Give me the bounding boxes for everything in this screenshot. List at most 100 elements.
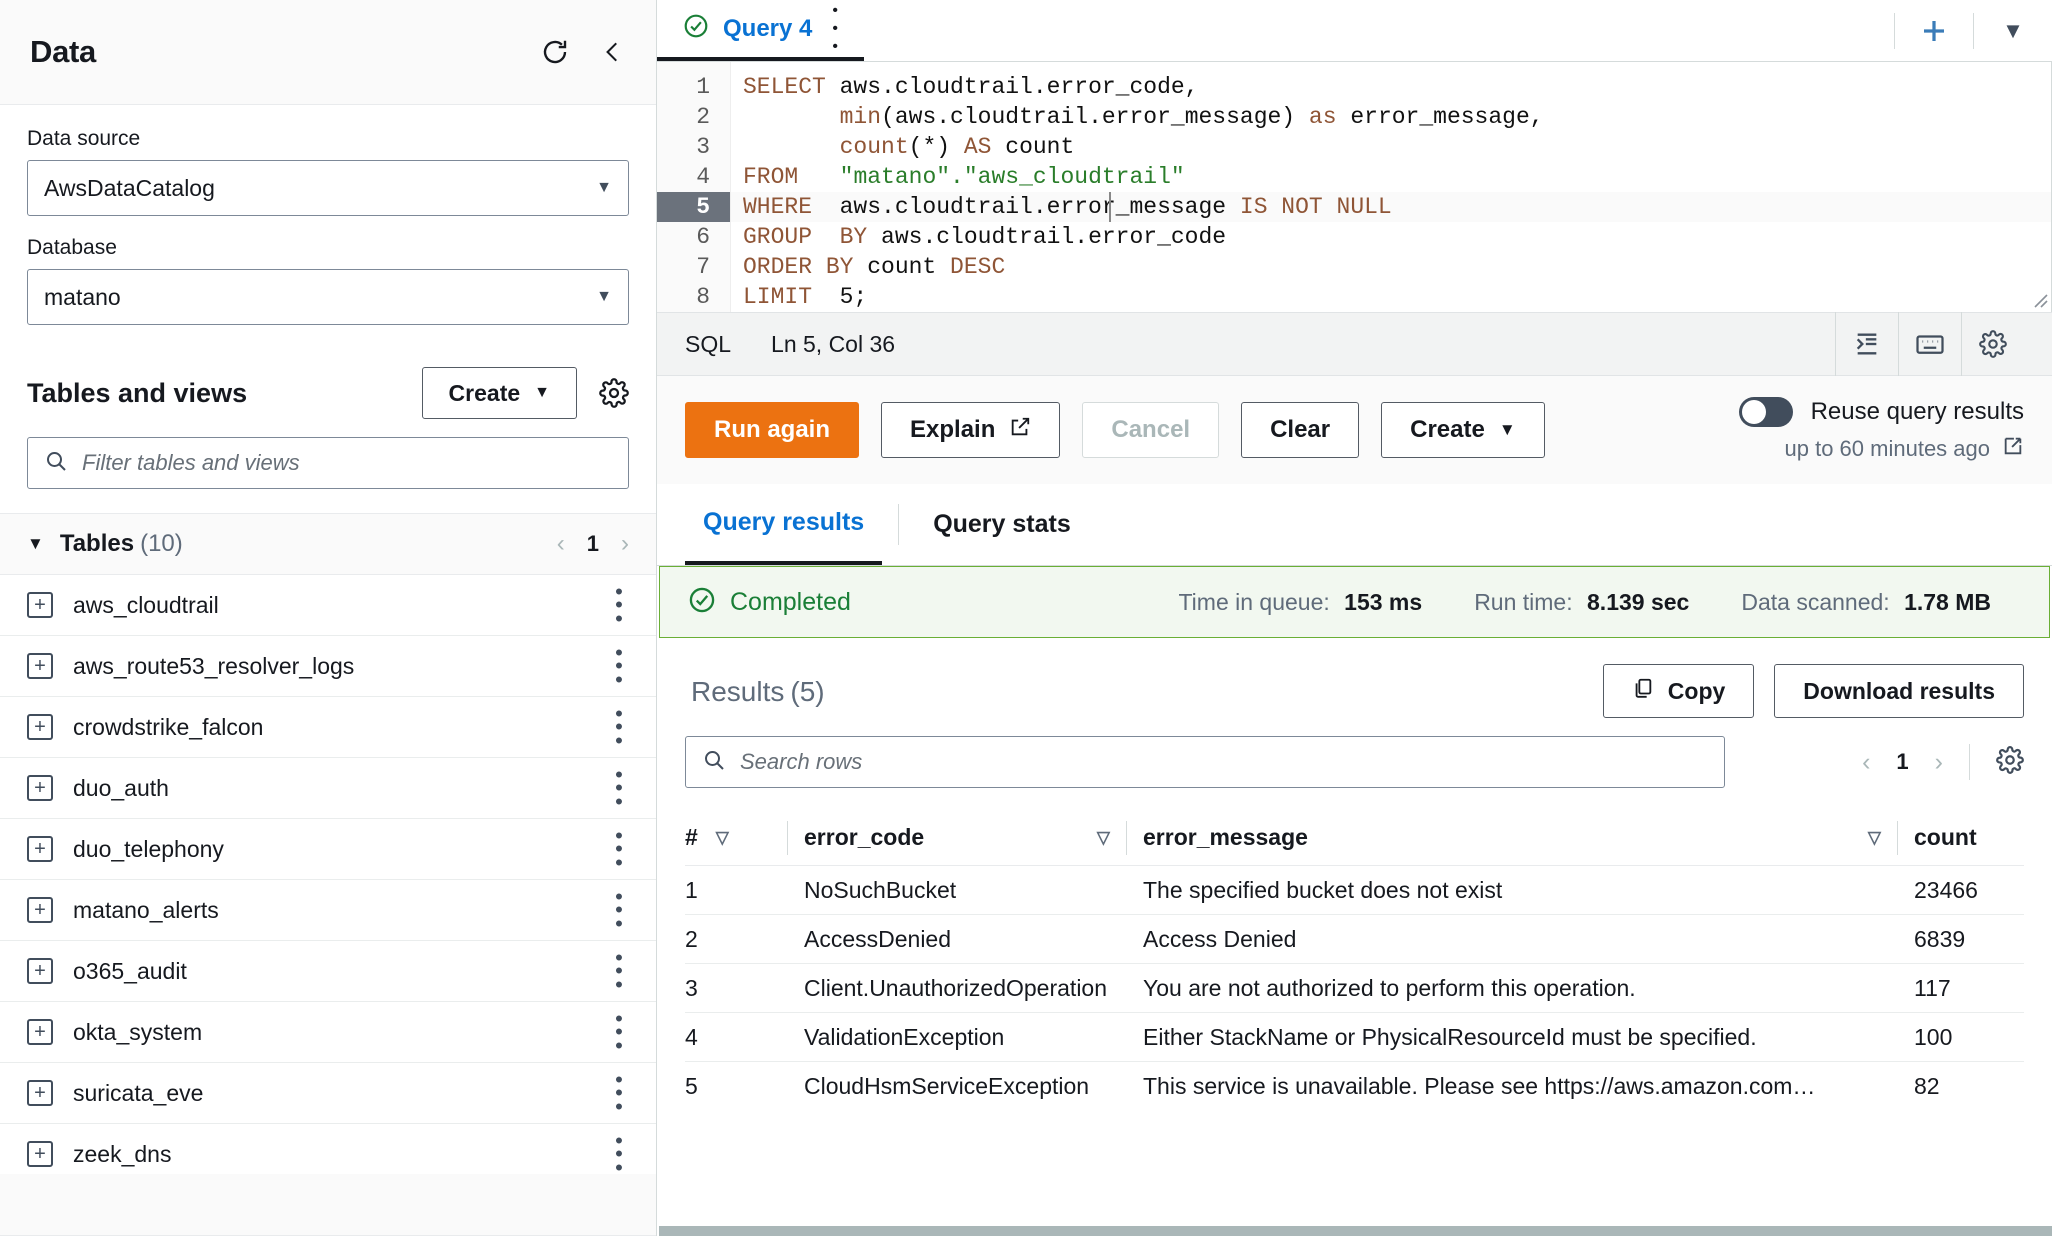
- run-again-button[interactable]: Run again: [685, 402, 859, 458]
- table-row[interactable]: 5CloudHsmServiceExceptionThis service is…: [685, 1062, 2024, 1111]
- kebab-menu-icon[interactable]: •••: [609, 768, 629, 808]
- code-line[interactable]: WHERE aws.cloudtrail.error_message IS NO…: [731, 192, 2052, 222]
- kebab-menu-icon[interactable]: •••: [609, 890, 629, 930]
- next-page-icon[interactable]: ›: [1935, 748, 1943, 777]
- spacer: [1897, 1020, 1898, 1054]
- cell-error-code: CloudHsmServiceException: [804, 1073, 1110, 1100]
- gear-icon[interactable]: [1996, 746, 2024, 779]
- chevron-left-icon[interactable]: [600, 37, 626, 67]
- expand-table-icon[interactable]: +: [27, 714, 53, 740]
- explain-button[interactable]: Explain: [881, 402, 1060, 458]
- filter-tables-box[interactable]: [27, 437, 629, 489]
- download-results-button[interactable]: Download results: [1774, 664, 2024, 718]
- filter-tables-input[interactable]: [82, 450, 612, 476]
- indent-icon[interactable]: [1836, 312, 1898, 376]
- kebab-menu-icon[interactable]: •••: [609, 707, 629, 747]
- kebab-menu-icon[interactable]: •••: [609, 951, 629, 991]
- column-header-count-label: count: [1914, 824, 1977, 850]
- expand-table-icon[interactable]: +: [27, 775, 53, 801]
- code-line[interactable]: min(aws.cloudtrail.error_message) as err…: [731, 102, 2052, 132]
- table-list-item[interactable]: +okta_system•••: [0, 1002, 656, 1063]
- copy-button[interactable]: Copy: [1603, 664, 1755, 718]
- search-rows-box[interactable]: [685, 736, 1725, 788]
- table-list-item[interactable]: +o365_audit•••: [0, 941, 656, 1002]
- kebab-menu-icon[interactable]: •••: [609, 1073, 629, 1113]
- cell-index: 3: [685, 975, 771, 1002]
- code-line[interactable]: FROM "matano"."aws_cloudtrail": [731, 162, 2052, 192]
- expand-table-icon[interactable]: +: [27, 592, 53, 618]
- reuse-query-results-toggle[interactable]: [1739, 397, 1793, 427]
- table-row[interactable]: 2AccessDeniedAccess Denied6839: [685, 915, 2024, 964]
- views-section-header[interactable]: [0, 1174, 656, 1236]
- tab-query-stats[interactable]: Query stats: [915, 484, 1089, 565]
- kebab-menu-icon[interactable]: •••: [609, 585, 629, 625]
- code-line[interactable]: SELECT aws.cloudtrail.error_code,: [731, 72, 2052, 102]
- table-name: aws_route53_resolver_logs: [73, 653, 354, 680]
- expand-table-icon[interactable]: +: [27, 958, 53, 984]
- tables-page-number: 1: [587, 531, 599, 557]
- kebab-menu-icon[interactable]: •••: [609, 646, 629, 686]
- expand-table-icon[interactable]: +: [27, 653, 53, 679]
- kebab-menu-icon[interactable]: •••: [609, 1012, 629, 1052]
- keyboard-icon[interactable]: [1899, 312, 1961, 376]
- table-list-item[interactable]: +suricata_eve•••: [0, 1063, 656, 1124]
- create-query-button[interactable]: Create ▼: [1381, 402, 1545, 458]
- horizontal-scrollbar[interactable]: [659, 1226, 2052, 1236]
- data-source-select[interactable]: AwsDataCatalog ▼: [27, 160, 629, 216]
- table-list-item[interactable]: + duo_auth •••: [0, 758, 656, 819]
- edit-external-icon[interactable]: [2002, 435, 2024, 463]
- expand-table-icon[interactable]: +: [27, 1019, 53, 1045]
- tab-query-results[interactable]: Query results: [685, 484, 882, 565]
- tables-section-header[interactable]: ▼ Tables (10) ‹ 1 ›: [0, 513, 656, 575]
- prev-page-icon[interactable]: ‹: [557, 530, 565, 558]
- kebab-menu-icon[interactable]: •••: [609, 1134, 629, 1174]
- data-sidebar: Data Data source AwsDataCatalog ▼: [0, 0, 657, 1236]
- divider: [1897, 821, 1898, 855]
- table-row[interactable]: 4ValidationExceptionEither StackName or …: [685, 1013, 2024, 1062]
- kebab-menu-icon[interactable]: •••: [832, 2, 838, 56]
- tab-list-dropdown-button[interactable]: ▼: [1974, 18, 2052, 44]
- table-list-item[interactable]: +duo_telephony•••: [0, 819, 656, 880]
- search-rows-input[interactable]: [740, 749, 1708, 775]
- editor-resize-handle[interactable]: [2030, 290, 2048, 308]
- code-token: ORDER BY: [743, 254, 853, 280]
- database-select[interactable]: matano ▼: [27, 269, 629, 325]
- kebab-menu-icon[interactable]: •••: [609, 829, 629, 869]
- table-list-item[interactable]: +matano_alerts•••: [0, 880, 656, 941]
- code-line[interactable]: count(*) AS count: [731, 132, 2052, 162]
- cell-count: 82: [1914, 1073, 2024, 1100]
- table-list-item[interactable]: +crowdstrike_falcon•••: [0, 697, 656, 758]
- create-table-button[interactable]: Create ▼: [422, 367, 577, 419]
- table-list-item[interactable]: +zeek_dns•••: [0, 1124, 656, 1174]
- sort-icon[interactable]: ▽: [716, 828, 729, 848]
- expand-table-icon[interactable]: +: [27, 836, 53, 862]
- prev-page-icon[interactable]: ‹: [1862, 748, 1870, 777]
- editor-code[interactable]: SELECT aws.cloudtrail.error_code, min(aw…: [731, 62, 2052, 312]
- table-name: duo_auth: [73, 775, 169, 802]
- data-source-value: AwsDataCatalog: [44, 175, 215, 202]
- gear-icon[interactable]: [599, 378, 629, 408]
- clear-button[interactable]: Clear: [1241, 402, 1359, 458]
- reuse-duration[interactable]: up to 60 minutes ago: [1785, 435, 2024, 463]
- sort-icon[interactable]: ▽: [1868, 828, 1881, 848]
- sql-editor[interactable]: 12345678 SELECT aws.cloudtrail.error_cod…: [657, 62, 2052, 312]
- code-line[interactable]: LIMIT 5;: [731, 282, 2052, 312]
- code-line[interactable]: GROUP BY aws.cloudtrail.error_code: [731, 222, 2052, 252]
- expand-table-icon[interactable]: +: [27, 1080, 53, 1106]
- scrollbar-thumb[interactable]: [659, 1226, 2052, 1236]
- add-query-tab-button[interactable]: [1895, 16, 1973, 46]
- next-page-icon[interactable]: ›: [621, 530, 629, 558]
- expand-table-icon[interactable]: +: [27, 1141, 53, 1167]
- sort-icon[interactable]: ▽: [1097, 828, 1110, 848]
- table-row[interactable]: 3Client.UnauthorizedOperationYou are not…: [685, 964, 2024, 1013]
- line-number: 5: [657, 192, 730, 222]
- gear-icon[interactable]: [1962, 312, 2024, 376]
- divider: [898, 504, 899, 545]
- query-tab[interactable]: Query 4 •••: [657, 0, 864, 61]
- table-list-item[interactable]: + aws_route53_resolver_logs •••: [0, 636, 656, 697]
- table-list-item[interactable]: +aws_cloudtrail•••: [0, 575, 656, 636]
- table-row[interactable]: 1NoSuchBucketThe specified bucket does n…: [685, 866, 2024, 915]
- code-line[interactable]: ORDER BY count DESC: [731, 252, 2052, 282]
- expand-table-icon[interactable]: +: [27, 897, 53, 923]
- refresh-icon[interactable]: [540, 37, 570, 67]
